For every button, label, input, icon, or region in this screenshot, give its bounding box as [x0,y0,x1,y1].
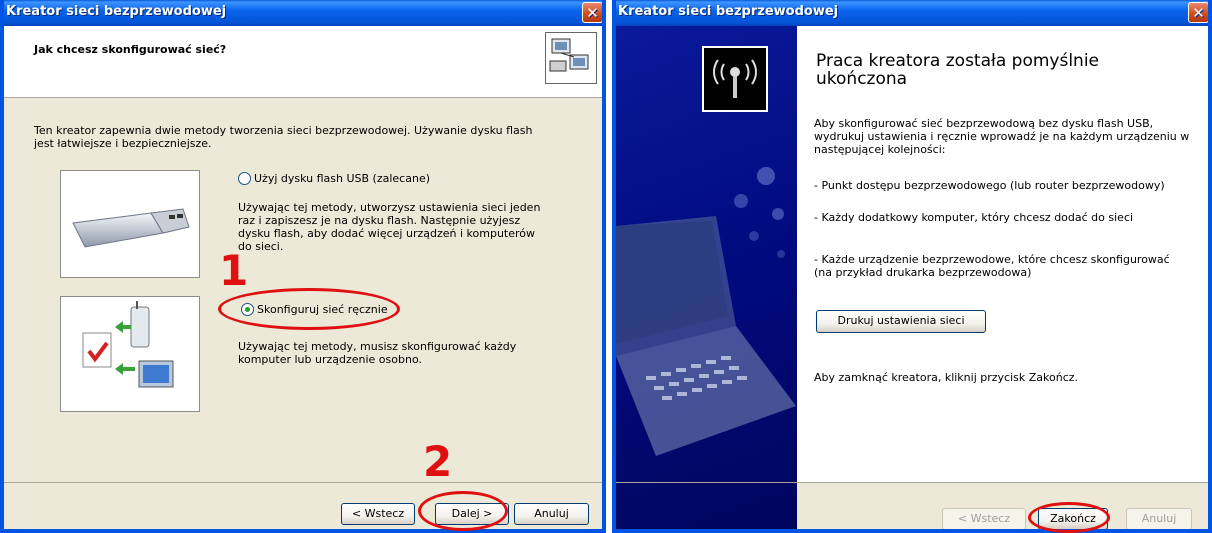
annotation-step-2: 2 [423,437,453,486]
usb-desc-line: dysku flash, aby dodać więcej urządzeń i… [238,227,536,240]
close-icon: ✕ [586,4,599,22]
list-item-line: (na przykład drukarka bezprzewodowa) [814,266,1032,279]
usb-desc-line: Używając tej metody, utworzysz ustawieni… [238,201,541,214]
heading-line: ukończona [816,69,908,89]
window-title: Kreator sieci bezprzewodowej [6,4,227,19]
manual-desc-line: komputer lub urządzenie osobno. [238,353,422,366]
wireless-antenna-icon [702,46,768,112]
window-title: Kreator sieci bezprzewodowej [618,4,839,19]
annotation-ellipse-next [418,491,508,531]
usb-option-radio[interactable] [238,172,251,185]
back-button[interactable]: < Wstecz [341,503,415,525]
wizard-window-right: Kreator sieci bezprzewodowej ✕ Praca kre… [612,0,1212,533]
list-item-device: - Każde urządzenie bezprzewodowe, które … [814,253,1170,279]
list-item-computer: - Każdy dodatkowy komputer, który chcesz… [814,211,1134,224]
usb-option-label[interactable]: Użyj dysku flash USB (zalecane) [254,172,430,185]
instructions-line: następującej kolejności: [814,143,946,156]
list-item-access-point: - Punkt dostępu bezprzewodowego (lub rou… [814,179,1165,192]
wizard-window-left: Kreator sieci bezprzewodowej ✕ Jak chces… [0,0,606,533]
intro-text-line2: jest łatwiejsze i bezpieczniejsze. [34,137,212,150]
close-button[interactable]: ✕ [1188,2,1208,23]
close-button[interactable]: ✕ [582,2,602,23]
instructions-line: Aby skonfigurować sieć bezprzewodową bez… [814,117,1154,130]
heading-line: Praca kreatora została pomyślnie [816,51,1100,71]
page-title: Jak chcesz skonfigurować sieć? [34,43,227,56]
footer-divider [616,482,1208,483]
close-icon: ✕ [1192,4,1205,22]
title-bar[interactable]: Kreator sieci bezprzewodowej ✕ [616,0,1208,26]
manual-option-description: Używając tej metody, musisz skonfigurowa… [238,340,516,366]
back-button[interactable]: < Wstecz [942,508,1026,529]
usb-desc-line: raz i zapiszesz je na dysku flash. Nastę… [238,214,521,227]
annotation-ellipse-manual [218,288,400,330]
title-bar[interactable]: Kreator sieci bezprzewodowej ✕ [4,0,602,26]
wizard-header: Jak chcesz skonfigurować sieć? [4,26,602,98]
instructions-text: Aby skonfigurować sieć bezprzewodową bez… [814,117,1189,156]
cancel-button[interactable]: Anuluj [514,503,589,525]
usb-flash-drive-image [60,170,200,278]
closing-instructions: Aby zamknąć kreatora, kliknij przycisk Z… [814,371,1079,384]
usb-option-description: Używając tej metody, utworzysz ustawieni… [238,201,540,253]
completion-heading: Praca kreatora została pomyślnie ukończo… [816,52,1099,88]
network-computers-icon [545,32,597,84]
manual-setup-image [60,296,200,412]
intro-text-line1: Ten kreator zapewnia dwie metody tworzen… [34,124,533,137]
manual-desc-line: Używając tej metody, musisz skonfigurowa… [238,340,517,353]
instructions-line: wydrukuj ustawienia i ręcznie wprowadź j… [814,130,1190,143]
annotation-step-1: 1 [219,246,249,295]
cancel-button[interactable]: Anuluj [1126,508,1192,529]
annotation-ellipse-finish [1028,502,1110,533]
print-settings-button[interactable]: Drukuj ustawienia sieci [816,310,986,333]
list-item-line: - Każde urządzenie bezprzewodowe, które … [814,253,1170,266]
footer-divider [4,482,602,483]
usb-desc-line: do sieci. [238,240,284,253]
